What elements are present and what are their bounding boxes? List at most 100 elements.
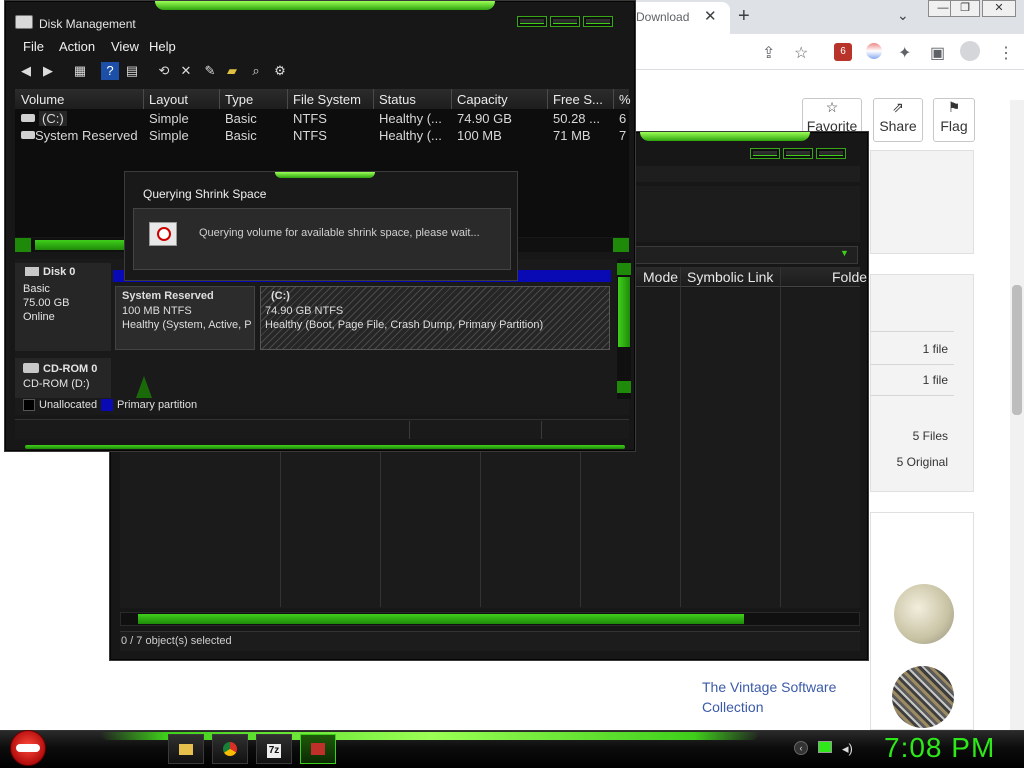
column-free-space[interactable]: Free S... [553, 92, 603, 107]
menu-icon[interactable]: ⋮ [998, 43, 1014, 63]
cdrom-0-label[interactable]: CD-ROM 0 CD-ROM (D:) [15, 358, 111, 398]
tab-close-icon[interactable]: ✕ [704, 7, 717, 25]
network-back-icon[interactable]: ‹ [794, 741, 808, 755]
column-mode[interactable]: Mode [643, 269, 678, 285]
menu-file[interactable]: File [23, 39, 44, 54]
edit-icon[interactable]: ✎ [201, 62, 219, 80]
monitor-icon[interactable] [818, 741, 832, 753]
c-drive-partition[interactable]: (C:) 74.90 GB NTFS Healthy (Boot, Page F… [260, 286, 610, 350]
volume-row[interactable]: (C:) Simple Basic NTFS Healthy (... 74.9… [15, 110, 629, 127]
settings-icon[interactable]: ⚙ [271, 62, 289, 80]
menu-help[interactable]: Help [149, 39, 176, 54]
column-percent-free[interactable]: % [619, 92, 631, 107]
window-title: Disk Management [39, 17, 136, 31]
querying-shrink-space-dialog[interactable]: Querying Shrink Space Querying volume fo… [124, 171, 518, 281]
column-divider [613, 89, 614, 109]
scroll-down-button[interactable] [617, 381, 631, 393]
profile-icon[interactable] [960, 41, 980, 61]
extension-icon[interactable] [866, 43, 882, 59]
scroll-left-button[interactable] [15, 238, 31, 252]
flag-button[interactable]: ⚑ Flag [933, 98, 975, 142]
new-tab-button[interactable]: + [738, 5, 750, 28]
disk-list-icon[interactable]: ▦ [71, 62, 89, 80]
properties-icon[interactable]: ▤ [123, 62, 141, 80]
share-icon[interactable]: ⇪ [762, 43, 775, 63]
divider [870, 331, 954, 332]
window-controls [750, 148, 846, 159]
star-icon[interactable]: ☆ [794, 43, 808, 63]
7zip-icon[interactable]: 7z [256, 734, 292, 764]
window-controls [517, 16, 613, 27]
column-folder[interactable]: Folde [832, 269, 867, 285]
volume-status: Healthy (... [379, 128, 442, 143]
column-symbolic-link[interactable]: Symbolic Link [687, 269, 773, 285]
scrollbar-thumb[interactable] [138, 614, 744, 624]
disk-size: 75.00 GB [23, 297, 70, 309]
column-divider [547, 89, 548, 109]
window-accent [25, 445, 625, 449]
menu-view[interactable]: View [111, 39, 139, 54]
tab-search-icon[interactable]: ⌄ [897, 7, 909, 24]
share-button[interactable]: ⇗ Share [873, 98, 923, 142]
maximize-button[interactable] [783, 148, 813, 159]
window-accent [275, 172, 375, 178]
delete-icon[interactable]: ✕ [177, 62, 195, 80]
chevron-down-icon[interactable]: ▼ [840, 248, 849, 258]
column-capacity[interactable]: Capacity [457, 92, 508, 107]
search-icon[interactable]: ⌕ [247, 62, 265, 80]
browser-tab-title[interactable]: Download [636, 10, 696, 24]
back-icon[interactable]: ◀ [17, 62, 35, 80]
column-layout[interactable]: Layout [149, 92, 188, 107]
volume-icon[interactable]: ◂) [842, 741, 853, 757]
column-divider [451, 89, 452, 109]
close-button[interactable]: ✕ [982, 0, 1016, 17]
browser-scrollbar-thumb[interactable] [1012, 285, 1022, 415]
scrollbar-thumb[interactable] [618, 277, 630, 347]
file-count[interactable]: 1 file [870, 342, 948, 356]
forward-icon[interactable]: ▶ [39, 62, 57, 80]
file-count[interactable]: 1 file [870, 373, 948, 387]
disk-0-label[interactable]: Disk 0 Basic 75.00 GB Online [15, 263, 111, 351]
volume-row[interactable]: System Reserved Simple Basic NTFS Health… [15, 127, 629, 144]
extension-badge-icon[interactable]: 6 [834, 43, 852, 61]
file-explorer-icon[interactable] [168, 734, 204, 764]
menu-action[interactable]: Action [59, 39, 95, 54]
close-button[interactable] [816, 148, 846, 159]
column-volume[interactable]: Volume [21, 92, 64, 107]
taskbar-clock[interactable]: 7:08 PM [884, 732, 995, 764]
column-status[interactable]: Status [379, 92, 416, 107]
collection-thumbnail[interactable] [894, 584, 954, 644]
help-icon[interactable]: ? [101, 62, 119, 80]
maximize-button[interactable]: ❐ [950, 0, 980, 17]
minimize-button[interactable] [750, 148, 780, 159]
column-divider [143, 89, 144, 109]
maximize-button[interactable] [550, 16, 580, 27]
column-divider [287, 89, 288, 109]
disk-name: Disk 0 [43, 266, 76, 278]
cdrom-icon [23, 363, 39, 373]
volume-name: (C:) [39, 111, 67, 126]
collection-thumbnail[interactable] [892, 666, 954, 728]
scroll-up-button[interactable] [617, 263, 631, 275]
volume-file-system: NTFS [293, 111, 327, 126]
files-count[interactable]: 5 Files [870, 429, 948, 443]
puzzle-icon[interactable]: ✦ [898, 43, 911, 63]
chrome-icon[interactable] [212, 734, 248, 764]
column-file-system[interactable]: File System [293, 92, 361, 107]
minimize-button[interactable] [517, 16, 547, 27]
close-button[interactable] [583, 16, 613, 27]
column-type[interactable]: Type [225, 92, 253, 107]
vintage-software-collection-link[interactable]: The Vintage Software Collection [702, 677, 852, 717]
legend-unallocated: Unallocated [39, 399, 98, 411]
system-reserved-partition[interactable]: System Reserved 100 MB NTFS Healthy (Sys… [115, 286, 255, 350]
browser-scrollbar[interactable] [1010, 100, 1024, 730]
scroll-right-button[interactable] [613, 238, 629, 252]
sidebar-icon[interactable]: ▣ [930, 43, 945, 63]
column-divider [373, 89, 374, 109]
original-count[interactable]: 5 Original [870, 455, 948, 469]
open-icon[interactable]: ▰ [223, 62, 241, 80]
disk-management-icon[interactable] [300, 734, 336, 764]
partition-name: (C:) [271, 290, 290, 302]
volume-file-system: NTFS [293, 128, 327, 143]
refresh-icon[interactable]: ⟲ [155, 62, 173, 80]
